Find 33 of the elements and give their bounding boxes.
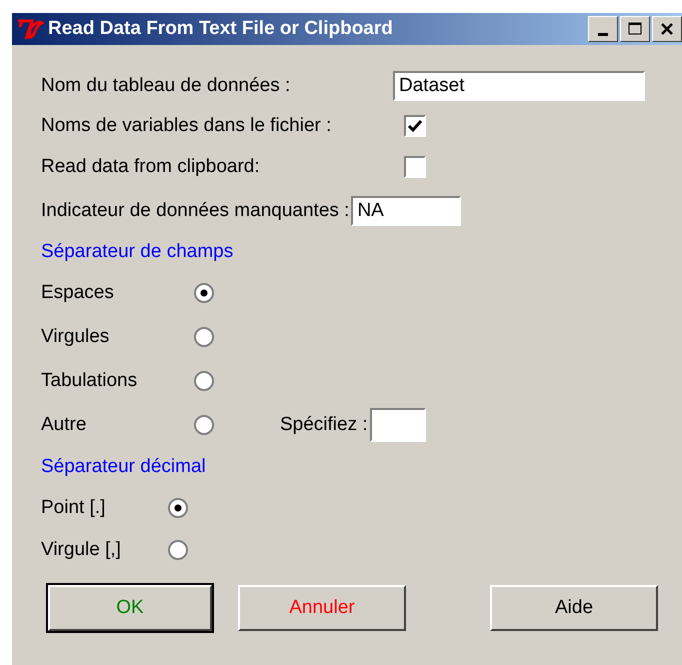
minimize-button[interactable] — [588, 16, 618, 42]
field-label: Spécifiez : — [280, 414, 368, 436]
radio-button[interactable] — [167, 497, 189, 519]
field-label: Noms de variables dans le fichier : — [41, 115, 332, 137]
section-heading: Séparateur de champs — [41, 241, 234, 263]
close-icon — [659, 21, 675, 37]
input-field[interactable]: Dataset — [393, 71, 645, 101]
maximize-icon — [627, 21, 643, 37]
radio-button[interactable] — [167, 539, 189, 561]
checkbox[interactable] — [404, 156, 426, 178]
radio-button[interactable] — [193, 370, 215, 392]
field-label: Indicateur de données manquantes : — [41, 200, 350, 222]
input-field[interactable] — [370, 408, 426, 442]
field-label: Read data from clipboard: — [41, 156, 261, 178]
option-label: Autre — [41, 414, 88, 436]
minimize-icon — [598, 32, 608, 36]
dialog-button[interactable]: Aide — [490, 585, 658, 631]
feather-logo-icon — [16, 17, 44, 41]
radio-button[interactable] — [193, 282, 215, 304]
window-title: Read Data From Text File or Clipboard — [48, 18, 393, 40]
checkbox[interactable] — [404, 115, 426, 137]
maximize-button[interactable] — [620, 16, 650, 42]
option-label: Virgules — [41, 326, 110, 348]
option-label: Point [.] — [41, 497, 106, 519]
option-label: Tabulations — [41, 370, 138, 392]
option-label: Espaces — [41, 282, 115, 304]
input-field[interactable]: NA — [351, 196, 462, 226]
radio-button[interactable] — [193, 414, 215, 436]
close-button[interactable] — [652, 16, 682, 42]
field-label: Nom du tableau de données : — [41, 75, 292, 97]
option-label: Virgule [,] — [41, 539, 122, 561]
radio-button[interactable] — [193, 326, 215, 348]
section-heading: Séparateur décimal — [41, 456, 206, 478]
